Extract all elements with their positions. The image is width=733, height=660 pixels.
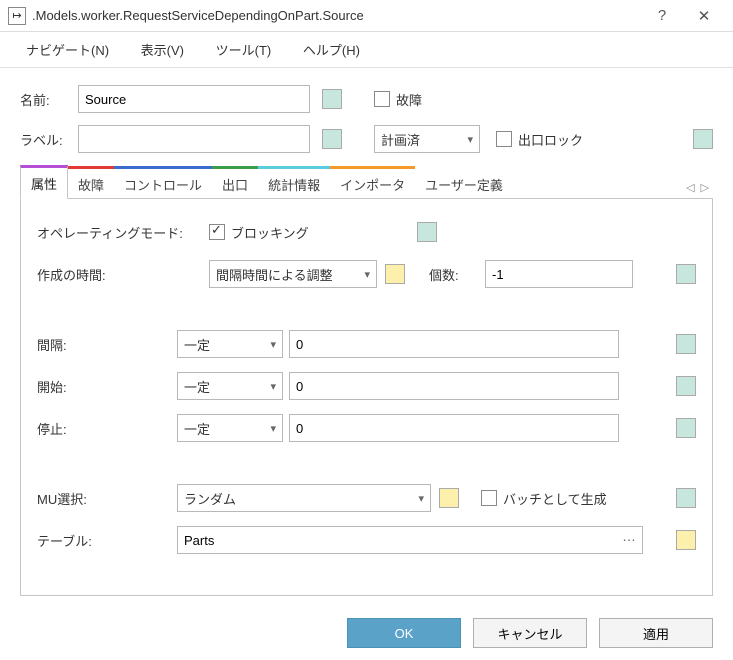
label-label: ラベル:: [20, 130, 78, 149]
failure-label: 故障: [396, 90, 422, 109]
exit-lock-checkbox[interactable]: [496, 131, 512, 147]
interval-inherit-button[interactable]: [676, 334, 696, 354]
ok-button[interactable]: OK: [347, 618, 461, 648]
batch-checkbox[interactable]: [481, 490, 497, 506]
stop-select[interactable]: 一定: [177, 414, 283, 442]
muselect-inherit-button[interactable]: [439, 488, 459, 508]
start-inherit-button[interactable]: [676, 376, 696, 396]
start-input[interactable]: [289, 372, 619, 400]
count-label: 個数:: [429, 265, 485, 284]
name-input[interactable]: [78, 85, 310, 113]
table-label: テーブル:: [37, 531, 177, 550]
status-select[interactable]: 計画済: [374, 125, 480, 153]
table-input[interactable]: [177, 526, 643, 554]
help-button[interactable]: ?: [641, 2, 683, 30]
tab-next-icon[interactable]: ▷: [701, 181, 709, 194]
name-inherit-button[interactable]: [322, 89, 342, 109]
start-select[interactable]: 一定: [177, 372, 283, 400]
muselect-label: MU選択:: [37, 489, 177, 508]
tab-stats[interactable]: 統計情報: [258, 166, 330, 199]
interval-input[interactable]: [289, 330, 619, 358]
opmode-label: オペレーティングモード:: [37, 223, 209, 242]
menu-tools[interactable]: ツール(T): [202, 36, 286, 63]
attributes-panel: オペレーティングモード: ブロッキング 作成の時間: 間隔時間による調整 個数:…: [20, 199, 713, 596]
failure-checkbox[interactable]: [374, 91, 390, 107]
tab-navigation: ◁ ▷: [686, 181, 713, 198]
ctime-select[interactable]: 間隔時間による調整: [209, 260, 377, 288]
cancel-button[interactable]: キャンセル: [473, 618, 587, 648]
dialog-footer: OK キャンセル 適用: [0, 606, 733, 660]
tab-importer[interactable]: インポータ: [330, 166, 415, 199]
tab-exit[interactable]: 出口: [212, 166, 258, 199]
interval-label: 間隔:: [37, 335, 177, 354]
content: 名前: 故障 ラベル: 計画済 出口ロック 属性 故障 コントロール 出口 統計…: [0, 68, 733, 606]
table-inherit-button[interactable]: [676, 530, 696, 550]
start-label: 開始:: [37, 377, 177, 396]
menubar: ナビゲート(N) 表示(V) ツール(T) ヘルプ(H): [0, 32, 733, 68]
batch-label: バッチとして生成: [503, 489, 607, 508]
name-label: 名前:: [20, 90, 78, 109]
count-inherit-button[interactable]: [676, 264, 696, 284]
ctime-label: 作成の時間:: [37, 265, 209, 284]
stop-inherit-button[interactable]: [676, 418, 696, 438]
blocking-checkbox[interactable]: [209, 224, 225, 240]
tab-failure[interactable]: 故障: [68, 166, 114, 199]
label-inherit-button[interactable]: [322, 129, 342, 149]
header-right-button[interactable]: [693, 129, 713, 149]
window-title: .Models.worker.RequestServiceDependingOn…: [32, 8, 641, 23]
tab-strip: 属性 故障 コントロール 出口 統計情報 インポータ ユーザー定義 ◁ ▷: [20, 164, 713, 199]
label-input[interactable]: [78, 125, 310, 153]
menu-view[interactable]: 表示(V): [127, 36, 198, 63]
muselect-select[interactable]: ランダム: [177, 484, 431, 512]
interval-select[interactable]: 一定: [177, 330, 283, 358]
ctime-inherit-button[interactable]: [385, 264, 405, 284]
batch-inherit-button[interactable]: [676, 488, 696, 508]
menu-navigate[interactable]: ナビゲート(N): [12, 36, 123, 63]
apply-button[interactable]: 適用: [599, 618, 713, 648]
titlebar: ↦ .Models.worker.RequestServiceDepending…: [0, 0, 733, 32]
menu-help[interactable]: ヘルプ(H): [289, 36, 374, 63]
tab-prev-icon[interactable]: ◁: [686, 181, 694, 194]
count-input[interactable]: [485, 260, 633, 288]
tab-attributes[interactable]: 属性: [20, 165, 68, 199]
opmode-inherit-button[interactable]: [417, 222, 437, 242]
source-icon: ↦: [8, 7, 26, 25]
blocking-label: ブロッキング: [231, 223, 309, 242]
stop-input[interactable]: [289, 414, 619, 442]
close-button[interactable]: ✕: [683, 2, 725, 30]
stop-label: 停止:: [37, 419, 177, 438]
tab-userdef[interactable]: ユーザー定義: [415, 166, 513, 199]
table-browse-icon[interactable]: …: [622, 528, 637, 544]
tab-controls[interactable]: コントロール: [114, 166, 212, 199]
exit-lock-label: 出口ロック: [518, 130, 583, 149]
